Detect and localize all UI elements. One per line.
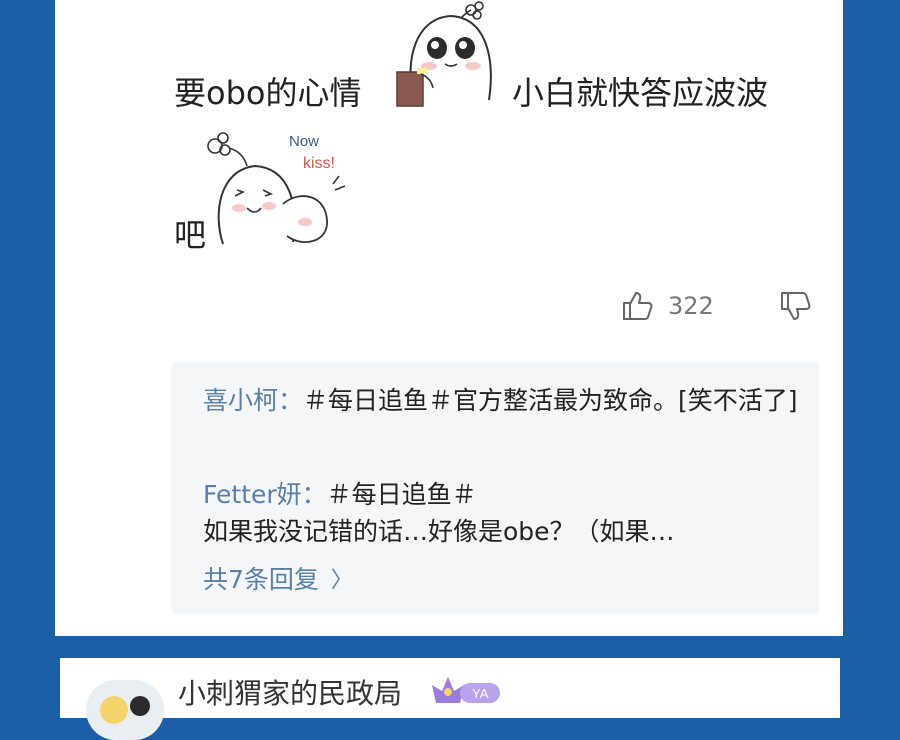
reply-item[interactable]: 喜小柯：＃每日追鱼＃官方整活最为致命。[笑不活了]	[203, 382, 803, 419]
reply-username[interactable]: 喜小柯：	[203, 386, 303, 415]
avatar[interactable]	[86, 680, 164, 740]
svg-text:Now: Now	[289, 133, 319, 150]
comment-username[interactable]: 小刺猬家的民政局	[178, 672, 402, 712]
reply-text: ＃每日追鱼＃官方整活最为致命。[笑不活了]	[303, 386, 798, 415]
like-count: 322	[668, 292, 714, 320]
comment-text-part3: 吧	[174, 216, 207, 254]
shy-ghost-sticker	[396, 1, 492, 107]
comment-card: 要obo的心情 小白就快答应波波 Now kiss! 吧 322 喜小柯：＃每日…	[55, 0, 843, 636]
svg-text:YA: YA	[472, 686, 489, 701]
more-replies-link[interactable]: 共7条回复 〉	[203, 560, 353, 596]
chevron-right-icon: 〉	[330, 568, 353, 593]
comment-text-part1: 要obo的心情	[174, 74, 362, 112]
vip-badge-icon: YA	[432, 677, 500, 703]
reply-text: ＃每日追鱼＃	[326, 480, 477, 509]
comment-actions: 322	[620, 286, 812, 326]
reply-text-line2: 如果我没记错的话…好像是obe？（如果…	[203, 517, 675, 546]
reply-item[interactable]: Fetter妍：＃每日追鱼＃ 如果我没记错的话…好像是obe？（如果…	[203, 476, 803, 550]
now-kiss-sticker: Now kiss!	[207, 132, 346, 245]
reply-username[interactable]: Fetter妍：	[203, 480, 327, 509]
thumbs-up-icon[interactable]	[620, 289, 654, 323]
more-replies-label: 共7条回复	[203, 565, 319, 594]
svg-text:kiss!: kiss!	[303, 155, 335, 172]
next-comment-card: 小刺猬家的民政局 YA	[60, 658, 840, 740]
comment-text-part2: 小白就快答应波波	[512, 74, 769, 112]
reply-preview-box[interactable]: 喜小柯：＃每日追鱼＃官方整活最为致命。[笑不活了] Fetter妍：＃每日追鱼＃…	[171, 362, 819, 614]
thumbs-down-icon[interactable]	[778, 289, 812, 323]
